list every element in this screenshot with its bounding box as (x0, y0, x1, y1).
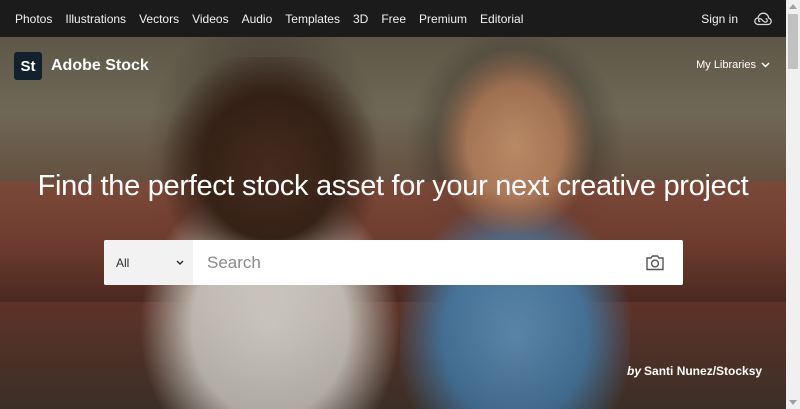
nav-item-audio[interactable]: Audio (242, 12, 273, 26)
nav-item-vectors[interactable]: Vectors (139, 12, 179, 26)
nav-item-3d[interactable]: 3D (353, 12, 368, 26)
page-scrollbar[interactable] (786, 0, 800, 409)
brand-name: Adobe Stock (51, 57, 149, 74)
scroll-up-arrow-icon[interactable] (789, 4, 797, 9)
search-bar: All (104, 240, 683, 285)
account-area: Sign in (701, 12, 772, 26)
scroll-down-arrow-icon[interactable] (789, 400, 797, 405)
my-libraries-dropdown[interactable]: My Libraries (696, 59, 770, 71)
category-select-value: All (116, 255, 130, 270)
nav-item-free[interactable]: Free (381, 12, 406, 26)
nav-item-photos[interactable]: Photos (15, 12, 52, 26)
my-libraries-label: My Libraries (696, 59, 756, 71)
camera-icon[interactable] (645, 254, 665, 271)
photo-credit: by Santi Nunez/Stocksy (627, 364, 762, 378)
nav-item-premium[interactable]: Premium (419, 12, 467, 26)
nav-item-editorial[interactable]: Editorial (480, 12, 523, 26)
adobe-stock-brand[interactable]: St Adobe Stock (14, 52, 149, 80)
search-input[interactable] (193, 240, 645, 285)
nav-item-videos[interactable]: Videos (192, 12, 228, 26)
category-nav: Photos Illustrations Vectors Videos Audi… (15, 12, 536, 26)
nav-item-illustrations[interactable]: Illustrations (65, 12, 126, 26)
hero-image (0, 37, 786, 409)
top-navigation-bar: Photos Illustrations Vectors Videos Audi… (0, 0, 786, 37)
hero-headline: Find the perfect stock asset for your ne… (37, 170, 749, 202)
photo-credit-prefix: by (627, 364, 642, 378)
chevron-down-icon (176, 260, 184, 265)
category-select[interactable]: All (104, 240, 193, 285)
scrollbar-thumb[interactable] (788, 14, 798, 69)
photo-credit-name[interactable]: Santi Nunez/Stocksy (644, 364, 762, 378)
creative-cloud-icon[interactable] (754, 12, 772, 26)
hero-overlay (0, 37, 786, 409)
nav-item-templates[interactable]: Templates (285, 12, 340, 26)
adobe-stock-logo-icon: St (14, 52, 42, 80)
sign-in-link[interactable]: Sign in (701, 12, 738, 26)
chevron-down-icon (761, 62, 770, 68)
